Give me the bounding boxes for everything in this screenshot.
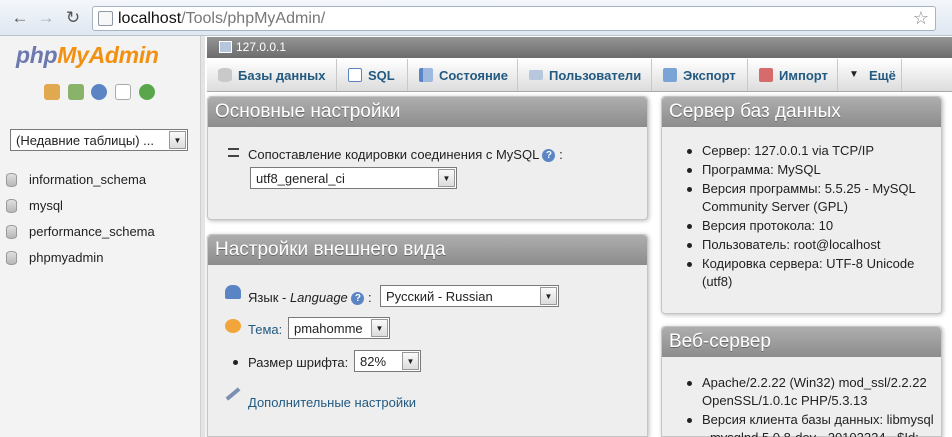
database-item[interactable]: performance_schema [0,222,200,248]
list-item: Сервер: 127.0.0.1 via TCP/IP [687,142,939,160]
collation-select[interactable]: utf8_general_ci ▼ [250,167,457,189]
tab-more[interactable]: ▼ Ещё [838,59,902,91]
database-list: information_schema mysql performance_sch… [0,170,200,274]
theme-link[interactable]: Тема: [248,322,282,337]
panel-title: Веб-сервер [662,327,941,357]
help-icon[interactable]: ? [542,149,556,163]
home-icon[interactable] [44,84,60,100]
panel-title: Сервер баз данных [662,97,941,127]
tab-import[interactable]: Импорт [748,59,838,91]
recent-tables-value: (Недавние таблицы) ... [16,133,154,148]
database-item[interactable]: information_schema [0,170,200,196]
bullet [233,360,238,365]
docs-icon[interactable] [114,84,131,100]
import-icon [759,68,773,82]
tab-export[interactable]: Экспорт [652,59,748,91]
browser-toolbar: ← → ↻ localhost/Tools/phpMyAdmin/ ☆ [0,0,952,36]
phpmyadmin-logo[interactable]: phpMyAdmin [16,42,159,69]
language-value: Русский - Russian [386,289,493,304]
font-size-select[interactable]: 82% ▼ [354,350,421,372]
sql-icon [348,68,362,82]
collation-icon [228,148,239,157]
chevron-down-icon: ▼ [438,169,455,187]
database-item[interactable]: mysql [0,196,200,222]
chevron-down-icon: ▼ [371,319,388,337]
list-item: Версия клиента базы данных: libmysql - m… [687,411,941,437]
help-icon[interactable] [91,84,108,100]
database-icon [218,68,232,82]
export-icon [663,68,677,82]
list-item: Версия протокола: 10 [687,217,939,235]
list-item: Кодировка сервера: UTF-8 Unicode (utf8) [687,255,939,291]
chevron-down-icon: ▼ [402,352,419,370]
address-bar[interactable]: localhost/Tools/phpMyAdmin/ ☆ [92,6,936,31]
page-icon [98,11,113,26]
back-arrow-icon[interactable]: ← [9,7,31,29]
pane-splitter[interactable] [200,36,205,437]
more-settings-link[interactable]: Дополнительные настройки [248,395,416,410]
triangle-down-icon: ▼ [849,69,859,80]
server-icon [219,41,232,53]
language-icon [225,285,241,299]
help-icon[interactable]: ? [351,292,365,306]
exit-icon[interactable] [67,84,84,100]
server-breadcrumb: 127.0.0.1 [207,37,952,58]
tab-users[interactable]: Пользователи [518,59,652,91]
chevron-down-icon: ▼ [169,131,186,149]
collation-label: Сопоставление кодировки соединения с MyS… [248,147,563,163]
database-item[interactable]: phpmyadmin [0,248,200,274]
database-server-panel: Сервер баз данных Сервер: 127.0.0.1 via … [661,96,942,314]
address-url: localhost/Tools/phpMyAdmin/ [118,10,326,27]
panel-title: Настройки внешнего вида [208,235,647,265]
db-server-info-list: Сервер: 127.0.0.1 via TCP/IP Программа: … [687,142,939,292]
theme-icon [225,319,241,333]
list-item: Пользователь: root@localhost [687,236,939,254]
status-icon [419,68,433,82]
language-select[interactable]: Русский - Russian ▼ [380,285,559,307]
font-size-label: Размер шрифта: [248,355,349,370]
database-icon [6,251,17,265]
server-link[interactable]: 127.0.0.1 [236,37,286,58]
wrench-icon [225,387,241,401]
list-item: Версия программы: 5.5.25 - MySQL Communi… [687,180,939,216]
database-icon [6,173,17,187]
main-menu-tabs: Базы данных SQL Состояние Пользователи Э… [207,59,952,92]
forward-arrow-icon[interactable]: → [35,7,57,29]
web-server-panel: Веб-сервер Apache/2.2.22 (Win32) mod_ssl… [661,326,942,437]
panel-title: Основные настройки [208,97,647,127]
users-icon [529,70,543,80]
chevron-down-icon: ▼ [540,287,557,305]
reload-page-icon[interactable]: ↻ [62,7,84,29]
reload-icon[interactable] [138,84,155,100]
nav-icon-row [44,84,159,100]
theme-select[interactable]: pmahomme ▼ [288,317,390,339]
language-label: Язык - Language ? : [248,290,372,306]
tab-status[interactable]: Состояние [408,59,518,91]
general-settings-panel: Основные настройки Сопоставление кодиров… [207,96,648,220]
database-icon [6,225,17,239]
tab-sql[interactable]: SQL [337,59,408,91]
recent-tables-select[interactable]: (Недавние таблицы) ... ▼ [10,129,188,151]
bookmark-star-icon[interactable]: ☆ [913,8,929,29]
web-server-info-list: Apache/2.2.22 (Win32) mod_ssl/2.2.22 Ope… [687,374,941,437]
collation-value: utf8_general_ci [256,171,345,186]
tab-databases[interactable]: Базы данных [207,59,337,91]
appearance-settings-panel: Настройки внешнего вида Язык - Language … [207,234,648,437]
font-size-value: 82% [360,354,387,369]
database-icon [6,199,17,213]
theme-value: pmahomme [294,321,363,336]
list-item: Apache/2.2.22 (Win32) mod_ssl/2.2.22 Ope… [687,374,941,410]
left-navigation: phpMyAdmin (Недавние таблицы) ... ▼ info… [0,36,200,437]
list-item: Программа: MySQL [687,161,939,179]
